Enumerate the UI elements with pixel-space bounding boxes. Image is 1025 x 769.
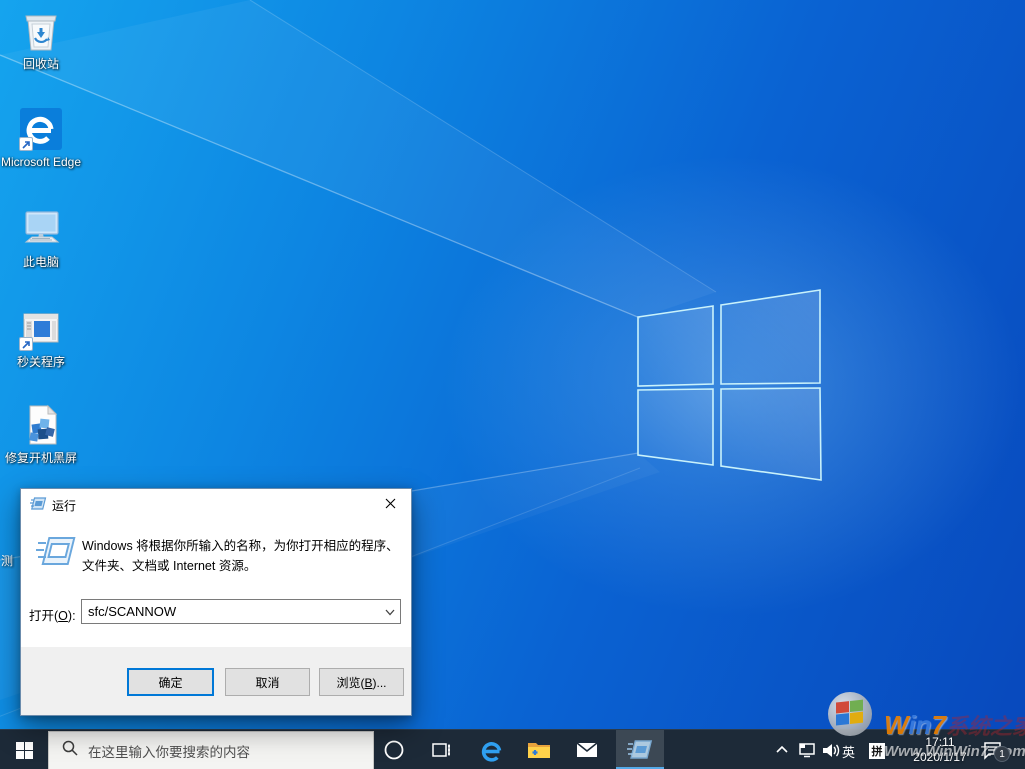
network-icon	[799, 743, 815, 758]
desktop-icon-label: 此电脑	[22, 255, 59, 269]
run-dialog: 运行 Windows 将根据你所输入的名称，为你打开相应的程序、 文件夹、文档或…	[20, 488, 412, 716]
desktop-icon-label: 秒关程序	[16, 355, 65, 369]
tray-language-indicator[interactable]: 英	[842, 742, 855, 761]
run-command-input[interactable]	[82, 600, 378, 623]
tray-volume-button[interactable]	[819, 730, 841, 769]
mail-icon	[576, 742, 598, 757]
desktop-icon-label: Microsoft Edge	[0, 155, 82, 169]
run-dialog-title: 运行	[52, 499, 77, 513]
notification-count-badge[interactable]: 1	[994, 746, 1010, 762]
edge-icon	[481, 741, 501, 762]
shortcut-arrow-icon	[19, 137, 33, 151]
tray-time: 17:11	[925, 735, 955, 749]
close-icon[interactable]	[369, 489, 411, 518]
taskbar-search-box[interactable]: 在这里输入你要搜索的内容	[48, 731, 374, 769]
open-label: 打开(O):	[29, 609, 76, 623]
cortana-button[interactable]	[374, 730, 414, 769]
run-command-combobox	[81, 599, 401, 624]
windows-start-icon	[15, 741, 33, 759]
search-icon	[62, 740, 78, 761]
desktop-icon-microsoft-edge[interactable]: Microsoft Edge	[0, 106, 82, 169]
tray-date: 2020/1/17	[913, 750, 967, 764]
run-icon	[627, 740, 653, 759]
taskbar-run-button-active[interactable]	[616, 730, 664, 769]
search-placeholder: 在这里输入你要搜索的内容	[88, 744, 250, 760]
recycle-bin-icon	[25, 15, 57, 51]
task-view-button[interactable]	[421, 730, 461, 769]
chevron-down-icon[interactable]	[383, 605, 397, 619]
run-dialog-titlebar[interactable]: 运行	[21, 489, 411, 519]
speaker-icon	[822, 743, 839, 757]
taskbar-file-explorer-button[interactable]	[517, 730, 561, 769]
task-view-icon	[432, 743, 450, 757]
taskbar: 在这里输入你要搜索的内容 Win7系统之 Www.WinWin7.Com 英 拼…	[0, 692, 1025, 769]
desktop-icon-label: 回收站	[22, 57, 59, 71]
desktop-icon-recycle-bin[interactable]: 回收站	[0, 8, 82, 71]
desktop-icon-label: 修复开机黑屏	[4, 451, 77, 465]
file-explorer-icon	[528, 743, 550, 758]
tray-ime-mode-indicator[interactable]: 拼	[869, 743, 885, 759]
run-icon-large	[36, 535, 76, 572]
run-dialog-footer: 确定 取消 浏览(B)...	[21, 647, 411, 715]
desktop-icon-fix-black-screen[interactable]: 修复开机黑屏	[0, 402, 82, 465]
taskbar-edge-button[interactable]	[469, 730, 513, 769]
chevron-up-icon	[776, 745, 788, 753]
cancel-button[interactable]: 取消	[225, 668, 310, 696]
shortcut-arrow-icon	[19, 337, 33, 351]
tray-clock[interactable]: 17:11 2020/1/17	[896, 735, 984, 765]
registry-file-icon	[29, 404, 58, 445]
start-button[interactable]	[0, 730, 48, 769]
taskbar-mail-button[interactable]	[565, 730, 609, 769]
ok-button[interactable]: 确定	[127, 668, 214, 696]
run-dialog-description: Windows 将根据你所输入的名称，为你打开相应的程序、 文件夹、文档或 In…	[82, 539, 399, 573]
cortana-icon	[384, 740, 404, 760]
tray-network-button[interactable]	[795, 730, 819, 769]
partially-hidden-icon-label[interactable]: 测	[1, 552, 15, 569]
desktop-icon-quick-close-app[interactable]: 秒关程序	[0, 306, 82, 369]
this-pc-icon	[24, 211, 60, 243]
run-icon	[30, 496, 47, 514]
desktop-icon-this-pc[interactable]: 此电脑	[0, 206, 82, 269]
browse-button[interactable]: 浏览(B)...	[319, 668, 404, 696]
tray-show-hidden-icons-button[interactable]	[772, 730, 792, 769]
